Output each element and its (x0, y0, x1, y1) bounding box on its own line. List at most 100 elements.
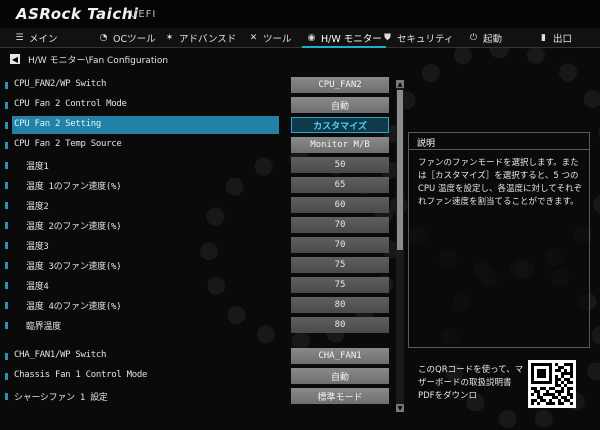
setting-label: 温度 3のファン速度(%) (26, 262, 122, 272)
tab-0[interactable]: ☰ メイン (14, 28, 58, 48)
setting-row[interactable]: 温度 3のファン速度(%) 75 (0, 256, 400, 275)
scroll-down-icon[interactable]: ▼ (396, 404, 404, 412)
uefi-label: UEFI (130, 9, 157, 20)
setting-value[interactable]: CPU_FAN2 (291, 77, 389, 93)
setting-value[interactable]: 70 (291, 237, 389, 253)
description-panel: 説明 ファンのファンモードを選択します。または［カスタマイズ］を選択すると、5 … (408, 132, 590, 348)
setting-value[interactable]: 80 (291, 317, 389, 333)
setting-value[interactable]: Monitor M/B (291, 137, 389, 153)
tab-4[interactable]: ◉ H/W モニター (302, 28, 386, 48)
tab-3[interactable]: ✕ ツール (248, 28, 292, 48)
setting-row[interactable]: Chassis Fan 1 Control Mode 自動 (0, 367, 400, 386)
shield-icon: ⛊ (384, 33, 391, 43)
main-navigation: ☰ メイン ◔ OCツール ✶ アドバンスド ✕ ツール ◉ H/W モニター ⛊ セキュリティ ⏻ 起動… (0, 28, 600, 48)
setting-value[interactable]: カスタマイズ (291, 117, 389, 133)
setting-value[interactable]: 75 (291, 257, 389, 273)
setting-row[interactable]: 温度2 60 (0, 196, 400, 215)
setting-value[interactable]: 標準モード (291, 388, 389, 404)
row-marker-icon (5, 373, 8, 380)
row-marker-icon (5, 182, 8, 189)
row-marker-icon (5, 393, 8, 400)
description-text: ファンのファンモードを選択します。または［カスタマイズ］を選択すると、5 つの … (418, 158, 582, 207)
tab-7[interactable]: ▮ 出口 (538, 28, 572, 48)
setting-label: CHA_FAN1/WP Switch (14, 350, 107, 360)
setting-label: 温度2 (26, 202, 49, 212)
setting-value[interactable]: 自動 (291, 368, 389, 384)
setting-row[interactable]: 臨界温度 80 (0, 316, 400, 335)
setting-label: 温度4 (26, 282, 49, 292)
setting-row[interactable]: CPU_FAN2/WP Switch CPU_FAN2 (0, 76, 400, 95)
tab-label: 出口 (553, 34, 573, 45)
row-marker-icon (5, 242, 8, 249)
row-marker-icon (5, 262, 8, 269)
tab-label: アドバンスド (179, 34, 237, 45)
setting-value[interactable]: 80 (291, 297, 389, 313)
setting-label: シャーシファン 1 設定 (14, 393, 108, 403)
qr-caption: このQRコードを使って、マザーボードの取扱説明書PDFをダウンロ (418, 365, 524, 401)
row-marker-icon (5, 282, 8, 289)
row-marker-icon (5, 222, 8, 229)
tab-label: セキュリティ (397, 34, 454, 45)
setting-label: 温度1 (26, 162, 49, 172)
speedometer-icon: ◔ (99, 33, 108, 43)
power-icon: ⏻ (469, 33, 478, 43)
setting-label: CPU Fan 2 Setting (14, 119, 102, 129)
qr-module (570, 402, 573, 405)
breadcrumb: ◀ H/W モニター\Fan Configuration (10, 52, 390, 66)
row-marker-icon (5, 162, 8, 169)
row-marker-icon (5, 322, 8, 329)
scroll-thumb[interactable] (397, 90, 403, 250)
setting-label: 臨界温度 (26, 322, 61, 332)
tab-label: H/W モニター (321, 34, 382, 45)
row-marker-icon (5, 102, 8, 109)
tab-5[interactable]: ⛊ セキュリティ (382, 28, 453, 48)
row-marker-icon (5, 353, 8, 360)
setting-value[interactable]: 60 (291, 197, 389, 213)
setting-label: CPU Fan 2 Control Mode (14, 99, 127, 109)
setting-label: 温度 1のファン速度(%) (26, 182, 122, 192)
setting-row[interactable]: CPU Fan 2 Temp Source Monitor M/B (0, 136, 400, 155)
settings-scrollbar[interactable]: ▲ ▼ (396, 80, 404, 412)
row-marker-icon (5, 142, 8, 149)
setting-label: 温度 4のファン速度(%) (26, 302, 122, 312)
setting-row[interactable]: 温度3 70 (0, 236, 400, 255)
top-header: ASRock Taichi UEFI (0, 0, 600, 28)
row-marker-icon (5, 202, 8, 209)
wrench-icon: ✕ (249, 33, 258, 43)
tab-2[interactable]: ✶ アドバンスド (164, 28, 237, 48)
setting-row[interactable]: 温度 4のファン速度(%) 80 (0, 296, 400, 315)
setting-label: Chassis Fan 1 Control Mode (14, 370, 148, 380)
row-marker-icon (5, 82, 8, 89)
breadcrumb-path: H/W モニター\Fan Configuration (28, 55, 169, 66)
setting-value[interactable]: 75 (291, 277, 389, 293)
setting-row[interactable]: 温度 1のファン速度(%) 65 (0, 176, 400, 195)
scroll-up-icon[interactable]: ▲ (396, 80, 404, 88)
exit-icon: ▮ (541, 33, 546, 43)
setting-label: 温度 2のファン速度(%) (26, 222, 122, 232)
setting-label: 温度3 (26, 242, 49, 252)
setting-value[interactable]: CHA_FAN1 (291, 348, 389, 364)
row-marker-icon (5, 122, 8, 129)
setting-value[interactable]: 65 (291, 177, 389, 193)
setting-value[interactable]: 自動 (291, 97, 389, 113)
setting-row[interactable]: CHA_FAN1/WP Switch CHA_FAN1 (0, 347, 400, 366)
setting-row[interactable]: CPU Fan 2 Setting カスタマイズ (0, 116, 400, 135)
star-icon: ✶ (165, 33, 174, 43)
setting-value[interactable]: 70 (291, 217, 389, 233)
setting-row[interactable]: シャーシファン 1 設定 標準モード (0, 387, 400, 406)
setting-row[interactable]: 温度4 75 (0, 276, 400, 295)
setting-row[interactable]: 温度 2のファン速度(%) 70 (0, 216, 400, 235)
brand-logo: ASRock Taichi (16, 5, 139, 23)
setting-row[interactable]: CPU Fan 2 Control Mode 自動 (0, 96, 400, 115)
tab-label: ツール (263, 34, 292, 45)
setting-label: CPU Fan 2 Temp Source (14, 139, 122, 149)
qr-code-image[interactable] (528, 360, 576, 408)
tab-1[interactable]: ◔ OCツール (98, 28, 156, 48)
row-marker-icon (5, 302, 8, 309)
tab-6[interactable]: ⏻ 起動 (468, 28, 502, 48)
setting-row[interactable]: 温度1 50 (0, 156, 400, 175)
tab-label: メイン (29, 34, 58, 45)
setting-value[interactable]: 50 (291, 157, 389, 173)
back-arrow-icon[interactable]: ◀ (10, 54, 20, 64)
tab-label: OCツール (113, 34, 156, 45)
